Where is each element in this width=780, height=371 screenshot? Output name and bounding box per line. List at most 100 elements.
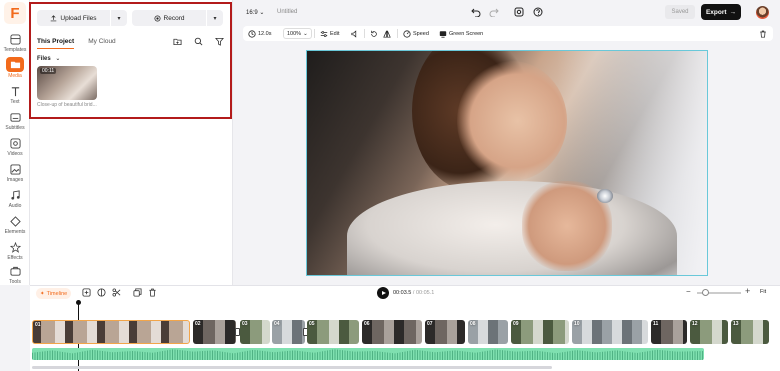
timeline-clip[interactable]: 06 bbox=[362, 320, 422, 344]
rail-item-videos[interactable]: Videos bbox=[0, 136, 30, 162]
rail-item-effects[interactable]: Effects bbox=[0, 240, 30, 266]
timeline-clip[interactable]: 09 bbox=[511, 320, 569, 344]
redo-icon[interactable] bbox=[489, 7, 499, 17]
tab-my-cloud[interactable]: My Cloud bbox=[88, 38, 115, 49]
upload-files-label: Upload Files bbox=[60, 14, 97, 22]
effects-icon bbox=[9, 242, 21, 253]
timeline-clip[interactable]: 10 bbox=[572, 320, 648, 344]
fit-button[interactable]: Fit bbox=[760, 289, 766, 295]
upload-files-main[interactable]: Upload Files bbox=[37, 10, 110, 26]
zoom-out-button[interactable]: − bbox=[686, 287, 691, 296]
rail-item-templates[interactable]: Templates bbox=[0, 32, 30, 58]
left-rail: F Templates Media Text Subtitles Videos … bbox=[0, 0, 30, 285]
export-button[interactable]: Export → bbox=[701, 4, 741, 20]
aspect-ratio-value: 16:9 bbox=[246, 10, 258, 16]
search-icon[interactable] bbox=[194, 37, 203, 46]
files-section-label[interactable]: Files ⌄ bbox=[37, 55, 60, 62]
project-title[interactable]: Untitled bbox=[277, 9, 297, 15]
timeline-clip[interactable]: 03 bbox=[240, 320, 270, 344]
duration-control[interactable]: 12.0s bbox=[248, 26, 271, 41]
record-icon bbox=[154, 14, 161, 22]
timeline-toggle[interactable]: ✦ Timeline bbox=[36, 288, 72, 299]
play-button[interactable] bbox=[377, 287, 389, 299]
top-bar bbox=[233, 0, 780, 24]
app-logo[interactable]: F bbox=[4, 2, 26, 24]
volume-icon bbox=[351, 29, 357, 38]
scissors-icon[interactable] bbox=[112, 288, 121, 297]
arrow-right-icon: → bbox=[729, 8, 737, 16]
zoom-slider-handle[interactable] bbox=[702, 289, 709, 296]
upload-icon bbox=[51, 14, 57, 21]
chevron-down-icon[interactable]: ▾ bbox=[207, 10, 223, 26]
saved-status: Saved bbox=[665, 5, 695, 19]
record-main[interactable]: Record bbox=[132, 10, 206, 26]
toolbar-divider bbox=[364, 29, 365, 38]
rail-label: Elements bbox=[4, 229, 26, 235]
edit-toolbar: 12.0s 100% ⌄ Edit Speed Green Screen bbox=[243, 26, 773, 41]
split-view-icon[interactable] bbox=[97, 288, 106, 297]
timeline-clip[interactable]: 11 bbox=[651, 320, 687, 344]
zoom-value: 100% bbox=[287, 30, 302, 37]
audio-track[interactable] bbox=[32, 348, 704, 360]
media-caption: Close-up of beautiful brid... bbox=[37, 102, 97, 108]
new-folder-icon[interactable] bbox=[173, 37, 182, 46]
rotate-button[interactable] bbox=[370, 26, 378, 41]
videos-icon bbox=[9, 138, 21, 149]
rail-item-subtitles[interactable]: Subtitles bbox=[0, 110, 30, 136]
undo-icon[interactable] bbox=[471, 7, 481, 17]
rail-item-images[interactable]: Images bbox=[0, 162, 30, 188]
media-duration: 00:11 bbox=[40, 68, 57, 74]
timeline-clip[interactable]: 08 bbox=[468, 320, 508, 344]
clock-icon bbox=[248, 29, 256, 38]
zoom-in-button[interactable]: + bbox=[745, 286, 750, 296]
rail-label: Templates bbox=[3, 47, 27, 53]
delete-button[interactable] bbox=[759, 26, 767, 41]
duplicate-icon[interactable] bbox=[133, 288, 142, 297]
audio-waveform bbox=[32, 349, 704, 360]
timeline-clip[interactable]: 05 bbox=[307, 320, 359, 344]
images-icon bbox=[9, 164, 21, 175]
flip-button[interactable] bbox=[383, 26, 391, 41]
video-preview-canvas[interactable] bbox=[306, 50, 708, 276]
trash-icon[interactable] bbox=[148, 288, 157, 297]
sparkle-icon: ✦ bbox=[40, 290, 45, 297]
timeline-clip[interactable]: 07 bbox=[425, 320, 465, 344]
zoom-select[interactable]: 100% ⌄ bbox=[283, 28, 312, 39]
rail-item-tools[interactable]: Tools bbox=[0, 264, 30, 290]
rail-label: Text bbox=[10, 99, 20, 105]
filter-icon[interactable] bbox=[215, 37, 224, 46]
rail-label: Images bbox=[6, 177, 24, 183]
green-screen-button[interactable]: Green Screen bbox=[439, 26, 483, 41]
rail-item-text[interactable]: Text bbox=[0, 84, 30, 110]
rail-item-media[interactable]: Media bbox=[0, 56, 30, 82]
media-tabs: This Project My Cloud bbox=[37, 38, 116, 49]
help-icon[interactable] bbox=[533, 7, 543, 17]
timeline-clip[interactable]: 13 bbox=[731, 320, 769, 344]
files-label: Files bbox=[37, 56, 51, 62]
green-screen-label: Green Screen bbox=[449, 30, 484, 37]
timeline-clip[interactable]: 01 bbox=[32, 320, 190, 344]
timeline-clip[interactable]: 04 bbox=[272, 320, 305, 344]
media-thumbnail[interactable]: 00:11 bbox=[37, 66, 97, 100]
edit-button[interactable]: Edit bbox=[320, 26, 339, 41]
volume-button[interactable] bbox=[351, 26, 359, 41]
timeline-clip[interactable]: 02 bbox=[193, 320, 236, 344]
add-clip-icon[interactable] bbox=[82, 288, 91, 297]
preview-ring bbox=[597, 189, 613, 203]
rail-item-audio[interactable]: Audio bbox=[0, 188, 30, 214]
chevron-down-icon[interactable]: ▾ bbox=[111, 10, 127, 26]
media-icon bbox=[10, 61, 20, 69]
upload-files-button[interactable]: Upload Files ▾ bbox=[37, 10, 127, 26]
rail-item-elements[interactable]: Elements bbox=[0, 214, 30, 240]
rail-label: Effects bbox=[7, 255, 23, 261]
record-button[interactable]: Record ▾ bbox=[132, 10, 223, 26]
user-avatar[interactable] bbox=[756, 6, 769, 19]
aspect-ratio-select[interactable]: 16:9 ⌄ bbox=[246, 9, 264, 16]
timeline-clip[interactable]: 12 bbox=[690, 320, 728, 344]
timeline-scrollbar[interactable] bbox=[32, 366, 552, 369]
speed-button[interactable]: Speed bbox=[403, 26, 429, 41]
audio-icon bbox=[10, 190, 20, 200]
chevron-down-icon: ⌄ bbox=[259, 10, 265, 16]
screenshot-icon[interactable] bbox=[514, 7, 524, 17]
tab-this-project[interactable]: This Project bbox=[37, 38, 75, 49]
